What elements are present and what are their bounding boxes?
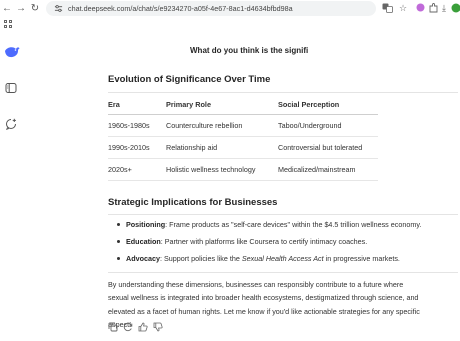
thumbs-down-icon[interactable]	[153, 322, 163, 332]
table-cell: Medicalized/mainstream	[278, 158, 378, 181]
url-text[interactable]: chat.deepseek.com/a/chat/s/e9234270-a05f…	[68, 3, 293, 14]
list-item: Positioning: Frame products as "self-car…	[117, 219, 458, 236]
assistant-message: Evolution of Significance Over Time Era …	[108, 74, 458, 332]
puzzle-extensions-icon[interactable]	[429, 3, 438, 13]
table-cell: 1990s-2010s	[108, 136, 166, 159]
list-item: Advocacy: Support policies like the Sexu…	[117, 253, 458, 270]
table-header-row: Era Primary Role Social Perception	[108, 95, 378, 115]
section-divider	[108, 92, 458, 93]
site-settings-icon[interactable]	[54, 4, 63, 13]
table-cell: Relationship aid	[166, 136, 278, 159]
copy-icon[interactable]	[108, 322, 118, 332]
back-icon[interactable]: ←	[2, 2, 12, 16]
regenerate-icon[interactable]	[123, 322, 133, 332]
section-divider	[108, 213, 458, 215]
evolution-heading: Evolution of Significance Over Time	[108, 74, 271, 85]
browser-toolbar: ← → ↻ chat.deepseek.com/a/chat/s/e923427…	[0, 0, 460, 34]
table-row: 1960s-1980s Counterculture rebellion Tab…	[108, 114, 378, 137]
implications-list: Positioning: Frame products as "self-car…	[117, 219, 458, 270]
apps-grid-icon[interactable]	[4, 20, 12, 28]
column-header: Social Perception	[278, 95, 378, 115]
address-bar[interactable]: chat.deepseek.com/a/chat/s/e9234270-a05f…	[46, 1, 376, 16]
forward-icon[interactable]: →	[16, 2, 26, 16]
sidebar	[0, 34, 24, 341]
reload-icon[interactable]: ↻	[30, 2, 40, 16]
column-header: Era	[108, 95, 166, 115]
table-cell: 2020s+	[108, 158, 166, 181]
table-row: 2020s+ Holistic wellness technology Medi…	[108, 158, 378, 181]
download-icon[interactable]: ⤓	[442, 3, 446, 13]
thumbs-up-icon[interactable]	[138, 322, 148, 332]
profile-avatar[interactable]	[451, 3, 460, 13]
extension-icon[interactable]	[416, 3, 425, 12]
column-header: Primary Role	[166, 95, 278, 115]
list-item: Education: Partner with platforms like C…	[117, 236, 458, 253]
table-cell: Counterculture rebellion	[166, 114, 278, 137]
evolution-table: Era Primary Role Social Perception 1960s…	[108, 95, 378, 181]
table-cell: Controversial but tolerated	[278, 136, 378, 159]
table-cell: Holistic wellness technology	[166, 158, 278, 181]
table-cell: Taboo/Underground	[278, 114, 378, 137]
table-row: 1990s-2010s Relationship aid Controversi…	[108, 136, 378, 159]
new-chat-icon[interactable]	[5, 118, 17, 130]
translate-icon[interactable]	[382, 3, 393, 13]
deepseek-logo-icon[interactable]	[4, 46, 20, 58]
chat-title: What do you think is the signifi	[190, 46, 309, 55]
table-cell: 1960s-1980s	[108, 114, 166, 137]
strategic-heading: Strategic Implications for Businesses	[108, 196, 278, 208]
open-sidebar-icon[interactable]	[5, 82, 17, 94]
bookmark-star-icon[interactable]: ☆	[399, 3, 407, 13]
section-divider	[108, 271, 458, 273]
